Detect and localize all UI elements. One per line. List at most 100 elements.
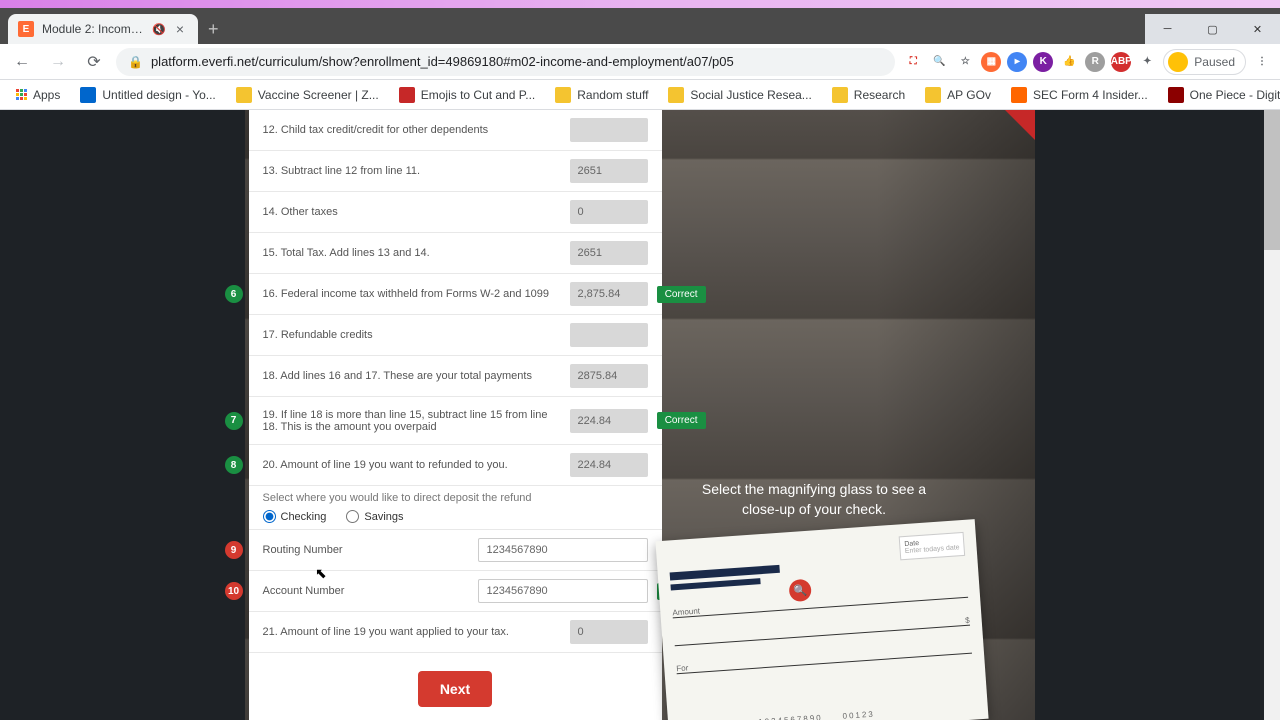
forward-button[interactable]: → — [44, 48, 72, 76]
apps-button[interactable]: Apps — [8, 84, 68, 106]
profile-paused[interactable]: Paused — [1163, 49, 1246, 75]
extension-icons: ⛶ 🔍 ☆ ▦ ▸ K 👍 R ABP ✦ Paused ⋮ — [903, 49, 1272, 75]
row-input[interactable] — [570, 453, 648, 477]
mute-icon[interactable]: 🔇 — [152, 23, 166, 36]
nav-bar: ← → ⟳ 🔒 platform.everfi.net/curriculum/s… — [0, 44, 1280, 80]
form-row: 12. Child tax credit/credit for other de… — [249, 110, 662, 151]
bookmark-icon — [1168, 87, 1184, 103]
row-label: 17. Refundable credits — [263, 329, 570, 341]
scrollbar-thumb[interactable] — [1264, 110, 1280, 250]
back-button[interactable]: ← — [8, 48, 36, 76]
account-input[interactable] — [478, 579, 648, 603]
account-label: Account Number — [263, 585, 478, 597]
bookmark-icon — [399, 87, 415, 103]
bookmark-item[interactable]: Research — [824, 83, 913, 107]
radio-savings-input[interactable] — [346, 510, 359, 523]
line21-input[interactable] — [570, 620, 648, 644]
os-titlebar — [0, 0, 1280, 8]
minimize-button[interactable]: ─ — [1145, 14, 1190, 44]
ext-5-icon[interactable]: R — [1085, 52, 1105, 72]
ext-1-icon[interactable]: ▦ — [981, 52, 1001, 72]
routing-label: Routing Number — [263, 544, 478, 556]
next-button[interactable]: Next — [418, 671, 492, 707]
bookmark-item[interactable]: Emojis to Cut and P... — [391, 83, 544, 107]
tab-favicon: E — [18, 21, 34, 37]
bookmark-item[interactable]: One Piece - Digital... — [1160, 83, 1280, 107]
menu-icon[interactable]: ⋮ — [1252, 52, 1272, 72]
row-label: 15. Total Tax. Add lines 13 and 14. — [263, 247, 570, 259]
form-row: 14. Other taxes — [249, 192, 662, 233]
browser-chrome: E Module 2: Income and Empl 🔇 × + ─ ▢ ✕ … — [0, 8, 1280, 110]
maximize-button[interactable]: ▢ — [1190, 14, 1235, 44]
step-badge: 7 — [225, 412, 243, 430]
row-label: 20. Amount of line 19 you want to refund… — [263, 459, 570, 471]
row-input[interactable] — [570, 282, 648, 306]
radio-checking[interactable]: Checking — [263, 510, 327, 523]
check-date-box: Date Enter todays date — [898, 532, 964, 560]
ext-2-icon[interactable]: ▸ — [1007, 52, 1027, 72]
radio-checking-input[interactable] — [263, 510, 276, 523]
bookmark-item[interactable]: Social Justice Resea... — [660, 83, 819, 107]
bookmark-icon — [925, 87, 941, 103]
url-text: platform.everfi.net/curriculum/show?enro… — [151, 54, 734, 69]
row-input[interactable] — [570, 364, 648, 388]
browser-tab[interactable]: E Module 2: Income and Empl 🔇 × — [8, 14, 198, 44]
step-badge: 6 — [225, 285, 243, 303]
row-label: 12. Child tax credit/credit for other de… — [263, 124, 570, 136]
routing-row: 9 Routing Number Correct — [249, 530, 662, 571]
row-label: 13. Subtract line 12 from line 11. — [263, 165, 570, 177]
bookmark-item[interactable]: Vaccine Screener | Z... — [228, 83, 387, 107]
new-tab-button[interactable]: + — [198, 15, 229, 44]
check-micr-numbers: 123456789 1234567890 00123 — [680, 702, 976, 720]
zoom-icon[interactable]: 🔍 — [929, 52, 949, 72]
red-corner-decoration — [1005, 110, 1035, 140]
ext-4-icon[interactable]: 👍 — [1059, 52, 1079, 72]
bookmark-icon — [668, 87, 684, 103]
bookmark-item[interactable]: Random stuff — [547, 83, 656, 107]
row-input[interactable] — [570, 241, 648, 265]
form-row: 13. Subtract line 12 from line 11. — [249, 151, 662, 192]
row-input[interactable] — [570, 159, 648, 183]
form-row: 17. Refundable credits — [249, 315, 662, 356]
instruction-text: Select the magnifying glass to see a clo… — [662, 480, 967, 519]
form-row: 616. Federal income tax withheld from Fo… — [249, 274, 662, 315]
deposit-label: Select where you would like to direct de… — [263, 492, 648, 504]
translate-icon[interactable]: ⛶ — [903, 52, 923, 72]
bookmark-icon — [832, 87, 848, 103]
star-icon[interactable]: ☆ — [955, 52, 975, 72]
bookmarks-bar: Apps Untitled design - Yo...Vaccine Scre… — [0, 80, 1280, 110]
radio-savings[interactable]: Savings — [346, 510, 403, 523]
routing-input[interactable] — [478, 538, 648, 562]
reload-button[interactable]: ⟳ — [80, 48, 108, 76]
step-10-badge: 10 — [225, 582, 243, 600]
bookmark-item[interactable]: SEC Form 4 Insider... — [1003, 83, 1156, 107]
bookmark-item[interactable]: AP GOv — [917, 83, 999, 107]
row-label: 16. Federal income tax withheld from For… — [263, 288, 570, 300]
tax-form-panel: 12. Child tax credit/credit for other de… — [249, 110, 662, 720]
page-viewport: 12. Child tax credit/credit for other de… — [0, 110, 1280, 720]
close-icon[interactable]: × — [172, 21, 188, 37]
abp-icon[interactable]: ABP — [1111, 52, 1131, 72]
close-window-button[interactable]: ✕ — [1235, 14, 1280, 44]
apps-grid-icon — [16, 89, 27, 100]
address-bar[interactable]: 🔒 platform.everfi.net/curriculum/show?en… — [116, 48, 895, 76]
scrollbar[interactable] — [1264, 110, 1280, 720]
row-input[interactable] — [570, 200, 648, 224]
row-input[interactable] — [570, 118, 648, 142]
row-label: 19. If line 18 is more than line 15, sub… — [263, 409, 570, 433]
row-label: 14. Other taxes — [263, 206, 570, 218]
bookmark-item[interactable]: Untitled design - Yo... — [72, 83, 223, 107]
extensions-icon[interactable]: ✦ — [1137, 52, 1157, 72]
ext-3-icon[interactable]: K — [1033, 52, 1053, 72]
form-row: 18. Add lines 16 and 17. These are your … — [249, 356, 662, 397]
line21-row: 21. Amount of line 19 you want applied t… — [249, 612, 662, 653]
bookmark-icon — [555, 87, 571, 103]
right-panel: Select the magnifying glass to see a clo… — [662, 110, 967, 720]
row-input[interactable] — [570, 409, 648, 433]
avatar — [1168, 52, 1188, 72]
bookmark-icon — [1011, 87, 1027, 103]
bookmark-icon — [80, 87, 96, 103]
window-controls: ─ ▢ ✕ — [1145, 14, 1280, 44]
row-input[interactable] — [570, 323, 648, 347]
form-row: 820. Amount of line 19 you want to refun… — [249, 445, 662, 486]
